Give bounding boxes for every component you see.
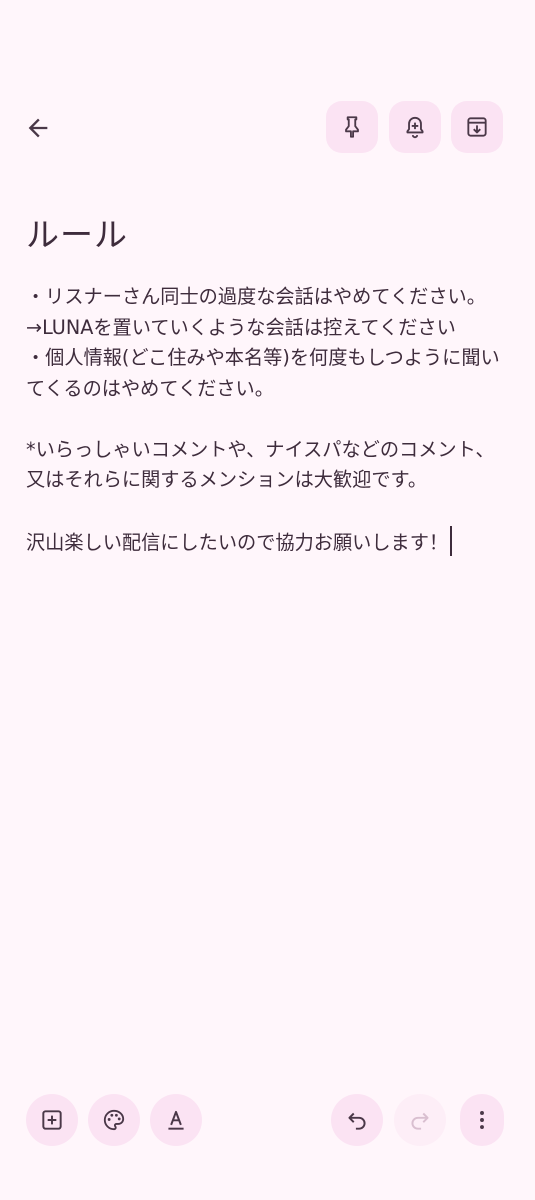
text-format-button[interactable] (150, 1094, 202, 1146)
palette-icon (101, 1107, 127, 1133)
add-box-icon (39, 1107, 65, 1133)
note-title[interactable]: ルール (26, 208, 128, 256)
add-button[interactable] (26, 1094, 78, 1146)
more-vert-icon (469, 1107, 495, 1133)
redo-button[interactable] (394, 1094, 446, 1146)
archive-icon (464, 114, 490, 140)
note-body-text: ・リスナーさん同士の過度な会話はやめてください。 →LUNAを置いていくような会… (26, 285, 500, 554)
text-format-icon (163, 1107, 189, 1133)
archive-button[interactable] (451, 101, 503, 153)
redo-icon (407, 1107, 433, 1133)
top-app-bar (0, 96, 535, 160)
back-button[interactable] (14, 104, 62, 152)
arrow-back-icon (24, 114, 52, 142)
pin-icon (339, 114, 365, 140)
undo-button[interactable] (331, 1094, 383, 1146)
note-body[interactable]: ・リスナーさん同士の過度な会話はやめてください。 →LUNAを置いていくような会… (26, 282, 508, 559)
bell-plus-icon (402, 114, 428, 140)
bottom-toolbar (0, 1094, 535, 1150)
palette-button[interactable] (88, 1094, 140, 1146)
reminder-button[interactable] (389, 101, 441, 153)
more-options-button[interactable] (460, 1094, 504, 1146)
text-cursor (450, 526, 453, 556)
undo-icon (344, 1107, 370, 1133)
pin-button[interactable] (326, 101, 378, 153)
